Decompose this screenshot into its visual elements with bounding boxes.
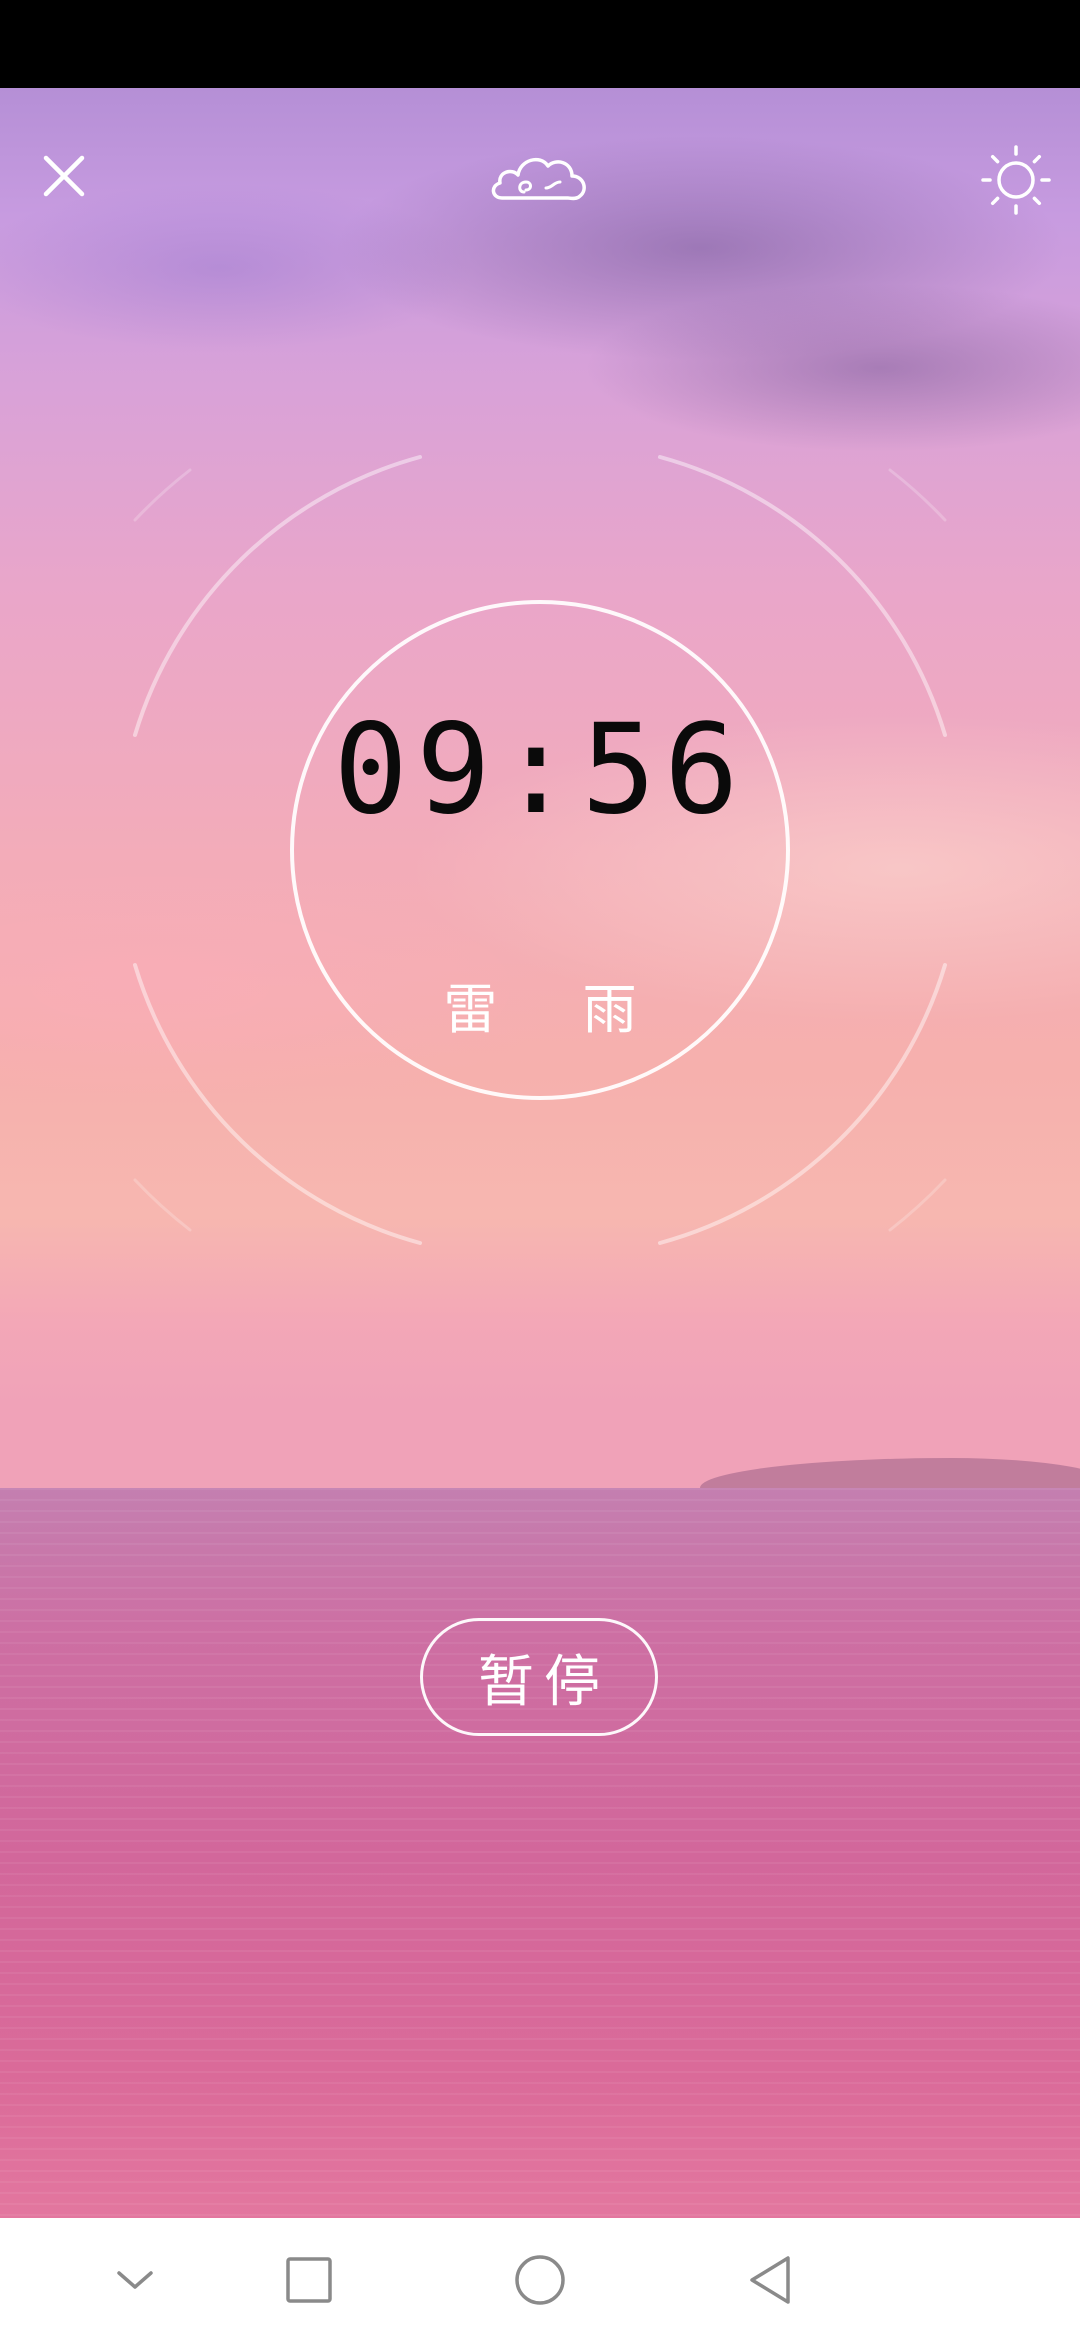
- sun-icon: [981, 145, 1051, 215]
- pause-button[interactable]: 暂停: [420, 1618, 658, 1736]
- chevron-down-icon: [117, 2271, 153, 2289]
- sea-ripples: [0, 1488, 1080, 2218]
- circle-icon: [515, 2255, 565, 2305]
- brightness-button[interactable]: [976, 140, 1056, 220]
- nav-recents-button[interactable]: [277, 2248, 341, 2312]
- background-scene: [0, 88, 1080, 2218]
- navigation-bar: [0, 2218, 1080, 2340]
- square-icon: [286, 2257, 332, 2303]
- nav-home-button[interactable]: [508, 2248, 572, 2312]
- close-button[interactable]: [28, 140, 100, 212]
- status-bar: [0, 0, 1080, 88]
- weather-button[interactable]: [480, 140, 600, 220]
- nav-hide-button[interactable]: [103, 2248, 167, 2312]
- countdown-time: 09:56: [333, 698, 747, 842]
- sound-name: 雷 雨: [443, 978, 671, 1041]
- cloud-icon: [491, 157, 586, 201]
- close-icon: [43, 155, 85, 197]
- nav-back-button[interactable]: [738, 2248, 802, 2312]
- triangle-back-icon: [750, 2256, 790, 2304]
